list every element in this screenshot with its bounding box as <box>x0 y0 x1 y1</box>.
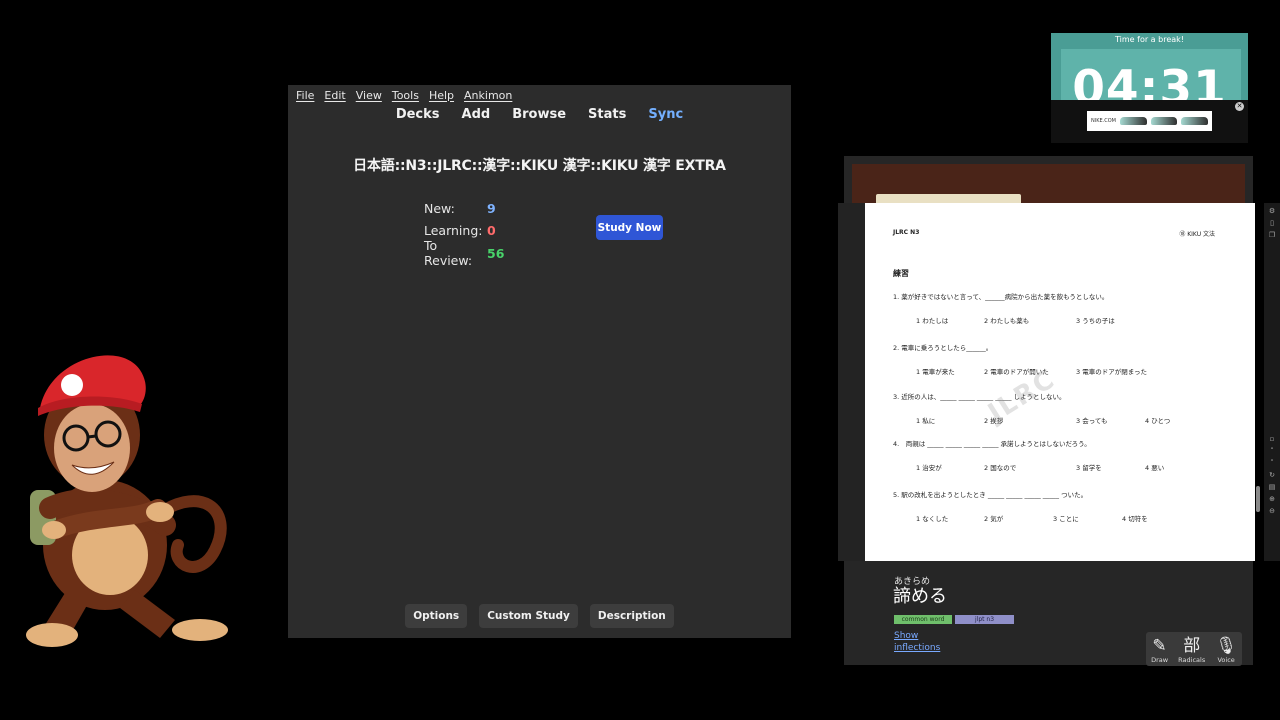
question-1-option: 1 わたしは <box>916 317 949 325</box>
draw-label: Draw <box>1151 656 1169 664</box>
dictionary-toolbar: ✎ Draw 部 Radicals 🎙 Voice <box>1146 632 1242 666</box>
pdf-page: JLRC N3 ⑱ KIKU 文法 練習 1. 薬が好きではないと言って、___… <box>865 203 1255 561</box>
voice-button[interactable]: 🎙 Voice <box>1215 636 1237 664</box>
question-4: 4. 両親は _____ _____ _____ _____ 承諾しようとはしな… <box>893 440 1091 448</box>
question-5-option: 3 ことに <box>1053 515 1079 523</box>
stat-new-row: New: 9 <box>424 197 504 220</box>
word-tags: common word jlpt n3 <box>894 615 1014 624</box>
ad-brand: NIKE.COM <box>1091 118 1116 124</box>
tag-common-word: common word <box>894 615 952 624</box>
stat-new-label: New: <box>424 200 455 216</box>
question-4-option: 1 治安が <box>916 464 942 472</box>
stat-new-value: 9 <box>487 200 496 216</box>
rotate-icon[interactable]: ↻ <box>1268 471 1276 479</box>
zoom-out-icon[interactable]: ⊖ <box>1268 507 1276 515</box>
question-4-option: 2 国なので <box>984 464 1017 472</box>
chevron-down-icon[interactable]: ˅ <box>1268 459 1276 467</box>
menu-tools[interactable]: Tools <box>392 89 419 102</box>
radicals-button[interactable]: 部 Radicals <box>1178 636 1205 664</box>
menu-edit[interactable]: Edit <box>324 89 345 102</box>
radicals-icon: 部 <box>1183 636 1201 656</box>
zoom-in-icon[interactable]: ⊕ <box>1268 495 1276 503</box>
question-5-option: 2 気が <box>984 515 1004 523</box>
bookmark-icon[interactable]: ▯ <box>1268 219 1276 227</box>
menu-file[interactable]: File <box>296 89 314 102</box>
settings-icon[interactable]: ⚙ <box>1268 207 1276 215</box>
timer-ad-strip: NIKE.COM ✕ <box>1051 100 1248 143</box>
question-4-option: 4 悪い <box>1145 464 1165 472</box>
voice-label: Voice <box>1217 656 1235 664</box>
nav-stats[interactable]: Stats <box>588 107 626 122</box>
microphone-icon: 🎙 <box>1215 636 1237 656</box>
pdf-viewer-margin <box>838 203 865 561</box>
question-4-option: 3 留学を <box>1076 464 1102 472</box>
pdf-side-toolbar: ⚙ ▯ ❐ ▫ ˄ ˅ ↻ ▤ ⊕ ⊖ <box>1264 203 1280 561</box>
show-inflections-link[interactable]: inflections <box>894 643 940 653</box>
draw-icon: ✎ <box>1152 636 1167 656</box>
nav-browse[interactable]: Browse <box>512 107 566 122</box>
nav-add[interactable]: Add <box>462 107 491 122</box>
deck-actions: Options Custom Study Description <box>288 604 791 628</box>
custom-study-button[interactable]: Custom Study <box>479 604 578 628</box>
document-icon[interactable]: ▤ <box>1268 483 1276 491</box>
question-3-option: 1 私に <box>916 417 936 425</box>
radicals-label: Radicals <box>1178 656 1206 664</box>
menu-bar: File Edit View Tools Help Ankimon <box>288 85 512 105</box>
menu-help[interactable]: Help <box>429 89 454 102</box>
question-3-option: 3 会っても <box>1076 417 1108 425</box>
break-timer-widget: Time for a break! 04:31 NIKE.COM ✕ <box>1051 33 1248 143</box>
top-navigation: Decks Add Browse Stats Sync <box>288 107 791 122</box>
page-number-icon[interactable]: ▫ <box>1268 435 1276 443</box>
timer-label: Time for a break! <box>1115 35 1184 44</box>
study-now-button[interactable]: Study Now <box>596 215 663 240</box>
copy-icon[interactable]: ❐ <box>1268 231 1276 239</box>
question-5-option: 4 切符を <box>1122 515 1148 523</box>
ad-banner[interactable]: NIKE.COM <box>1087 111 1212 131</box>
deck-title: 日本語::N3::JLRC::漢字::KIKU 漢字::KIKU 漢字 EXTR… <box>353 158 726 174</box>
pdf-section-title: 練習 <box>893 269 909 278</box>
close-icon[interactable]: ✕ <box>1235 102 1244 111</box>
anki-window: File Edit View Tools Help Ankimon Decks … <box>288 85 791 638</box>
menu-ankimon[interactable]: Ankimon <box>464 89 512 102</box>
chevron-up-icon[interactable]: ˄ <box>1268 447 1276 455</box>
stat-learning-value: 0 <box>487 223 496 239</box>
shoe-image <box>1150 117 1178 125</box>
description-button[interactable]: Description <box>589 604 674 628</box>
question-5: 5. 駅の改札を出ようとしたとき _____ _____ _____ _____… <box>893 491 1088 499</box>
tag-jlpt: jlpt n3 <box>955 615 1014 624</box>
pdf-header-left: JLRC N3 <box>893 229 920 236</box>
question-2-option: 1 電車が来た <box>916 368 955 376</box>
draw-button[interactable]: ✎ Draw <box>1151 636 1168 664</box>
deck-stats: New: 9 Learning: 0 To Review: 56 <box>424 197 505 269</box>
question-5-option: 1 なくした <box>916 515 949 523</box>
shoe-image <box>1181 117 1208 125</box>
nav-decks[interactable]: Decks <box>396 107 440 122</box>
stat-learning-label: Learning: <box>424 223 483 239</box>
question-1: 1. 薬が好きではないと言って、______病院から出た薬を飲もうとしない。 <box>893 293 1109 301</box>
stat-review-label: To Review: <box>424 238 473 269</box>
pdf-header-right: ⑱ KIKU 文法 <box>1179 231 1215 238</box>
question-1-option: 3 うちの子は <box>1076 317 1115 325</box>
stat-review-row: To Review: 56 <box>424 238 505 268</box>
question-2-option: 3 電車のドアが閉まった <box>1076 368 1147 376</box>
pdf-scrollbar[interactable] <box>1256 486 1260 512</box>
word-headword: 諦める <box>893 586 947 607</box>
question-2: 2. 電車に乗ろうとしたら______。 <box>893 344 993 352</box>
nav-sync[interactable]: Sync <box>648 107 683 122</box>
shoe-image <box>1119 117 1147 125</box>
question-1-option: 2 わたしも薬も <box>984 317 1030 325</box>
menu-view[interactable]: View <box>356 89 382 102</box>
monkey-mascot-image <box>26 355 228 647</box>
stat-review-value: 56 <box>487 245 505 261</box>
show-inflections-link-show[interactable]: Show <box>894 631 918 641</box>
question-3-option: 4 ひとつ <box>1145 417 1171 425</box>
options-button[interactable]: Options <box>405 604 468 628</box>
